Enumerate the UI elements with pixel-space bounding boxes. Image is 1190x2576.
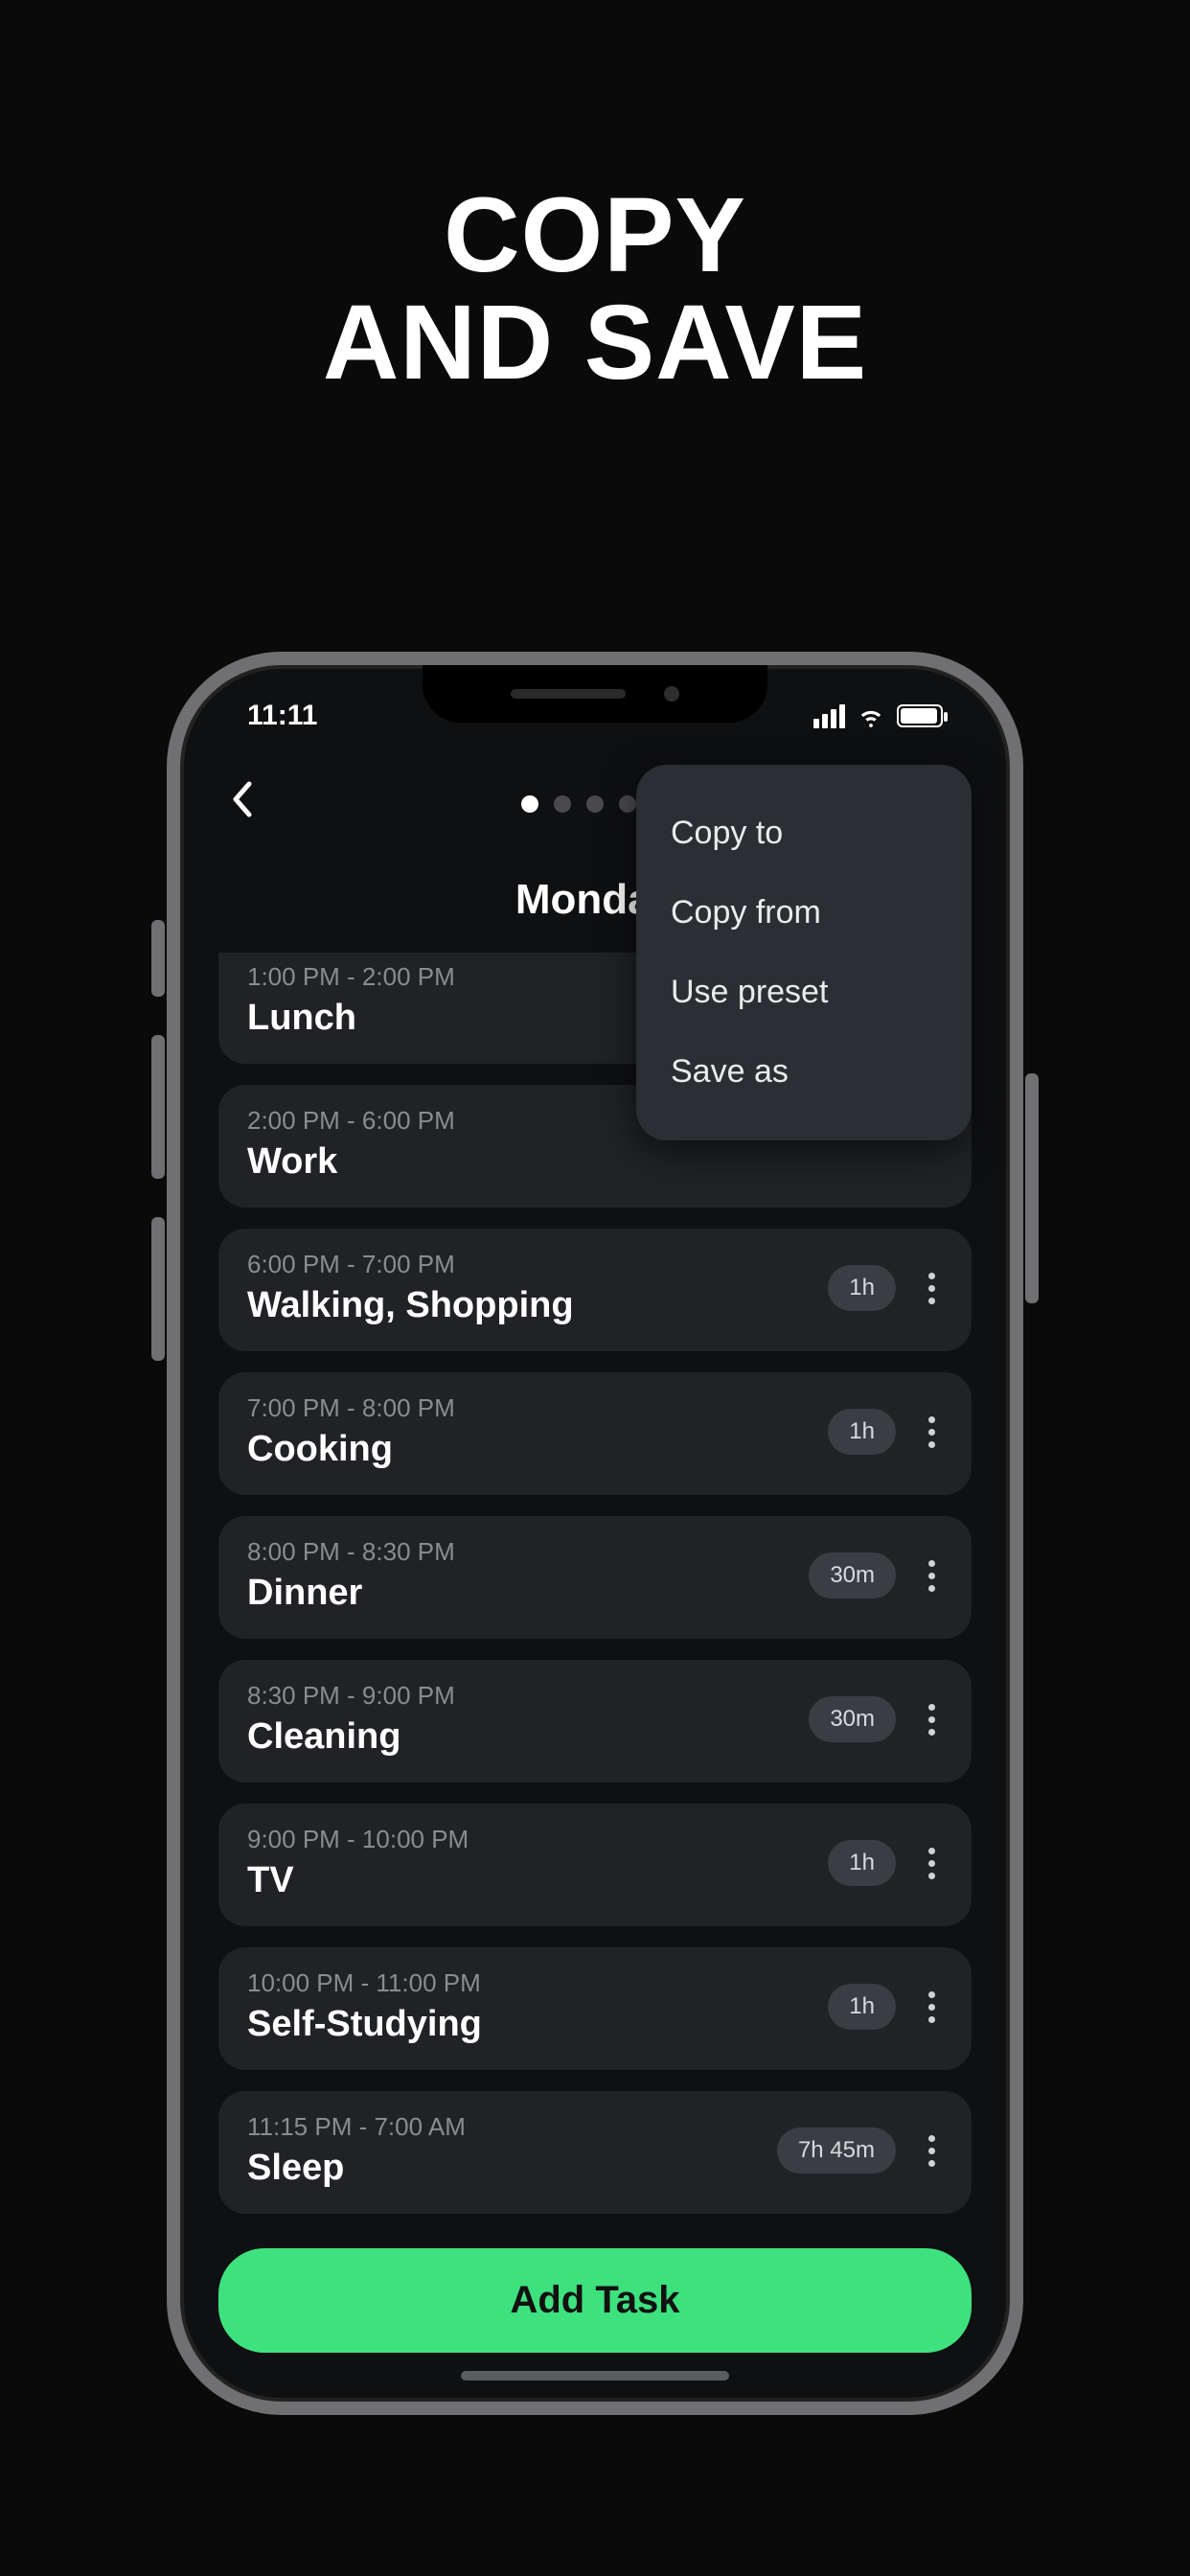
duration-pill: 7h 45m — [777, 2128, 896, 2174]
cellular-signal-icon — [813, 704, 845, 728]
more-options-icon[interactable] — [921, 1409, 943, 1456]
task-info: 8:30 PM - 9:00 PM Cleaning — [247, 1681, 809, 1758]
task-title: Cleaning — [247, 1716, 809, 1758]
menu-item[interactable]: Copy to — [636, 794, 972, 873]
task-card[interactable]: 6:00 PM - 7:00 PM Walking, Shopping1h — [218, 1229, 972, 1351]
duration-pill: 30m — [809, 1552, 896, 1598]
back-button[interactable] — [218, 780, 263, 828]
home-indicator-icon[interactable] — [461, 2371, 729, 2380]
task-time: 9:00 PM - 10:00 PM — [247, 1825, 828, 1854]
chevron-left-icon — [228, 780, 253, 818]
task-card[interactable]: 8:00 PM - 8:30 PM Dinner30m — [218, 1516, 972, 1639]
page-dot[interactable] — [586, 795, 604, 813]
add-task-button[interactable]: Add Task — [218, 2248, 972, 2353]
page-dot[interactable] — [554, 795, 571, 813]
menu-item[interactable]: Copy from — [636, 873, 972, 953]
menu-item[interactable]: Save as — [636, 1032, 972, 1112]
side-button-icon — [151, 920, 165, 997]
side-button-icon — [151, 1217, 165, 1361]
more-options-icon[interactable] — [921, 1265, 943, 1312]
battery-icon — [897, 704, 943, 727]
task-info: 6:00 PM - 7:00 PM Walking, Shopping — [247, 1250, 828, 1326]
task-title: Cooking — [247, 1429, 828, 1470]
task-info: 8:00 PM - 8:30 PM Dinner — [247, 1537, 809, 1614]
task-time: 7:00 PM - 8:00 PM — [247, 1393, 828, 1423]
more-options-icon[interactable] — [921, 1552, 943, 1599]
phone-notch — [423, 665, 767, 723]
more-options-icon[interactable] — [921, 1696, 943, 1743]
task-card[interactable]: 10:00 PM - 11:00 PM Self-Studying1h — [218, 1947, 972, 2070]
headline-line-2: AND SAVE — [0, 289, 1190, 397]
more-options-icon[interactable] — [921, 2128, 943, 2174]
task-title: Walking, Shopping — [247, 1285, 828, 1326]
task-card[interactable]: 11:15 PM - 7:00 AM Sleep7h 45m — [218, 2091, 972, 2214]
task-card[interactable]: 8:30 PM - 9:00 PM Cleaning30m — [218, 1660, 972, 1782]
side-button-icon — [151, 1035, 165, 1179]
duration-pill: 1h — [828, 1984, 896, 2030]
duration-pill: 1h — [828, 1409, 896, 1455]
task-title: Dinner — [247, 1573, 809, 1614]
headline-line-1: COPY — [0, 182, 1190, 289]
task-title: Work — [247, 1141, 943, 1183]
task-card[interactable]: 7:00 PM - 8:00 PM Cooking1h — [218, 1372, 972, 1495]
task-info: 10:00 PM - 11:00 PM Self-Studying — [247, 1968, 828, 2045]
page-dot[interactable] — [619, 795, 636, 813]
task-title: Sleep — [247, 2148, 777, 2189]
speaker-icon — [511, 689, 626, 699]
marketing-headline: COPY AND SAVE — [0, 182, 1190, 397]
task-info: 11:15 PM - 7:00 AM Sleep — [247, 2112, 777, 2189]
duration-pill: 1h — [828, 1840, 896, 1886]
task-card[interactable]: 9:00 PM - 10:00 PM TV1h — [218, 1804, 972, 1926]
side-button-icon — [1025, 1073, 1039, 1303]
more-options-icon[interactable] — [921, 1840, 943, 1887]
task-time: 8:00 PM - 8:30 PM — [247, 1537, 809, 1567]
task-time: 8:30 PM - 9:00 PM — [247, 1681, 809, 1711]
wifi-icon — [857, 702, 885, 730]
task-time: 11:15 PM - 7:00 AM — [247, 2112, 777, 2142]
context-menu[interactable]: Copy toCopy fromUse presetSave as — [636, 765, 972, 1140]
task-info: 7:00 PM - 8:00 PM Cooking — [247, 1393, 828, 1470]
task-time: 10:00 PM - 11:00 PM — [247, 1968, 828, 1998]
phone-frame: 11:11 Monday 1:00 PM - 2:00 PMLunch2:00 … — [167, 652, 1023, 2415]
task-info: 9:00 PM - 10:00 PM TV — [247, 1825, 828, 1901]
duration-pill: 30m — [809, 1696, 896, 1742]
more-options-icon[interactable] — [921, 1984, 943, 2031]
task-list[interactable]: 1:00 PM - 2:00 PMLunch2:00 PM - 6:00 PMW… — [218, 953, 972, 2214]
status-time: 11:11 — [247, 700, 317, 732]
duration-pill: 1h — [828, 1265, 896, 1311]
camera-icon — [664, 686, 679, 702]
task-title: TV — [247, 1860, 828, 1901]
task-time: 6:00 PM - 7:00 PM — [247, 1250, 828, 1279]
page-dot[interactable] — [521, 795, 538, 813]
menu-item[interactable]: Use preset — [636, 953, 972, 1032]
task-title: Self-Studying — [247, 2004, 828, 2045]
